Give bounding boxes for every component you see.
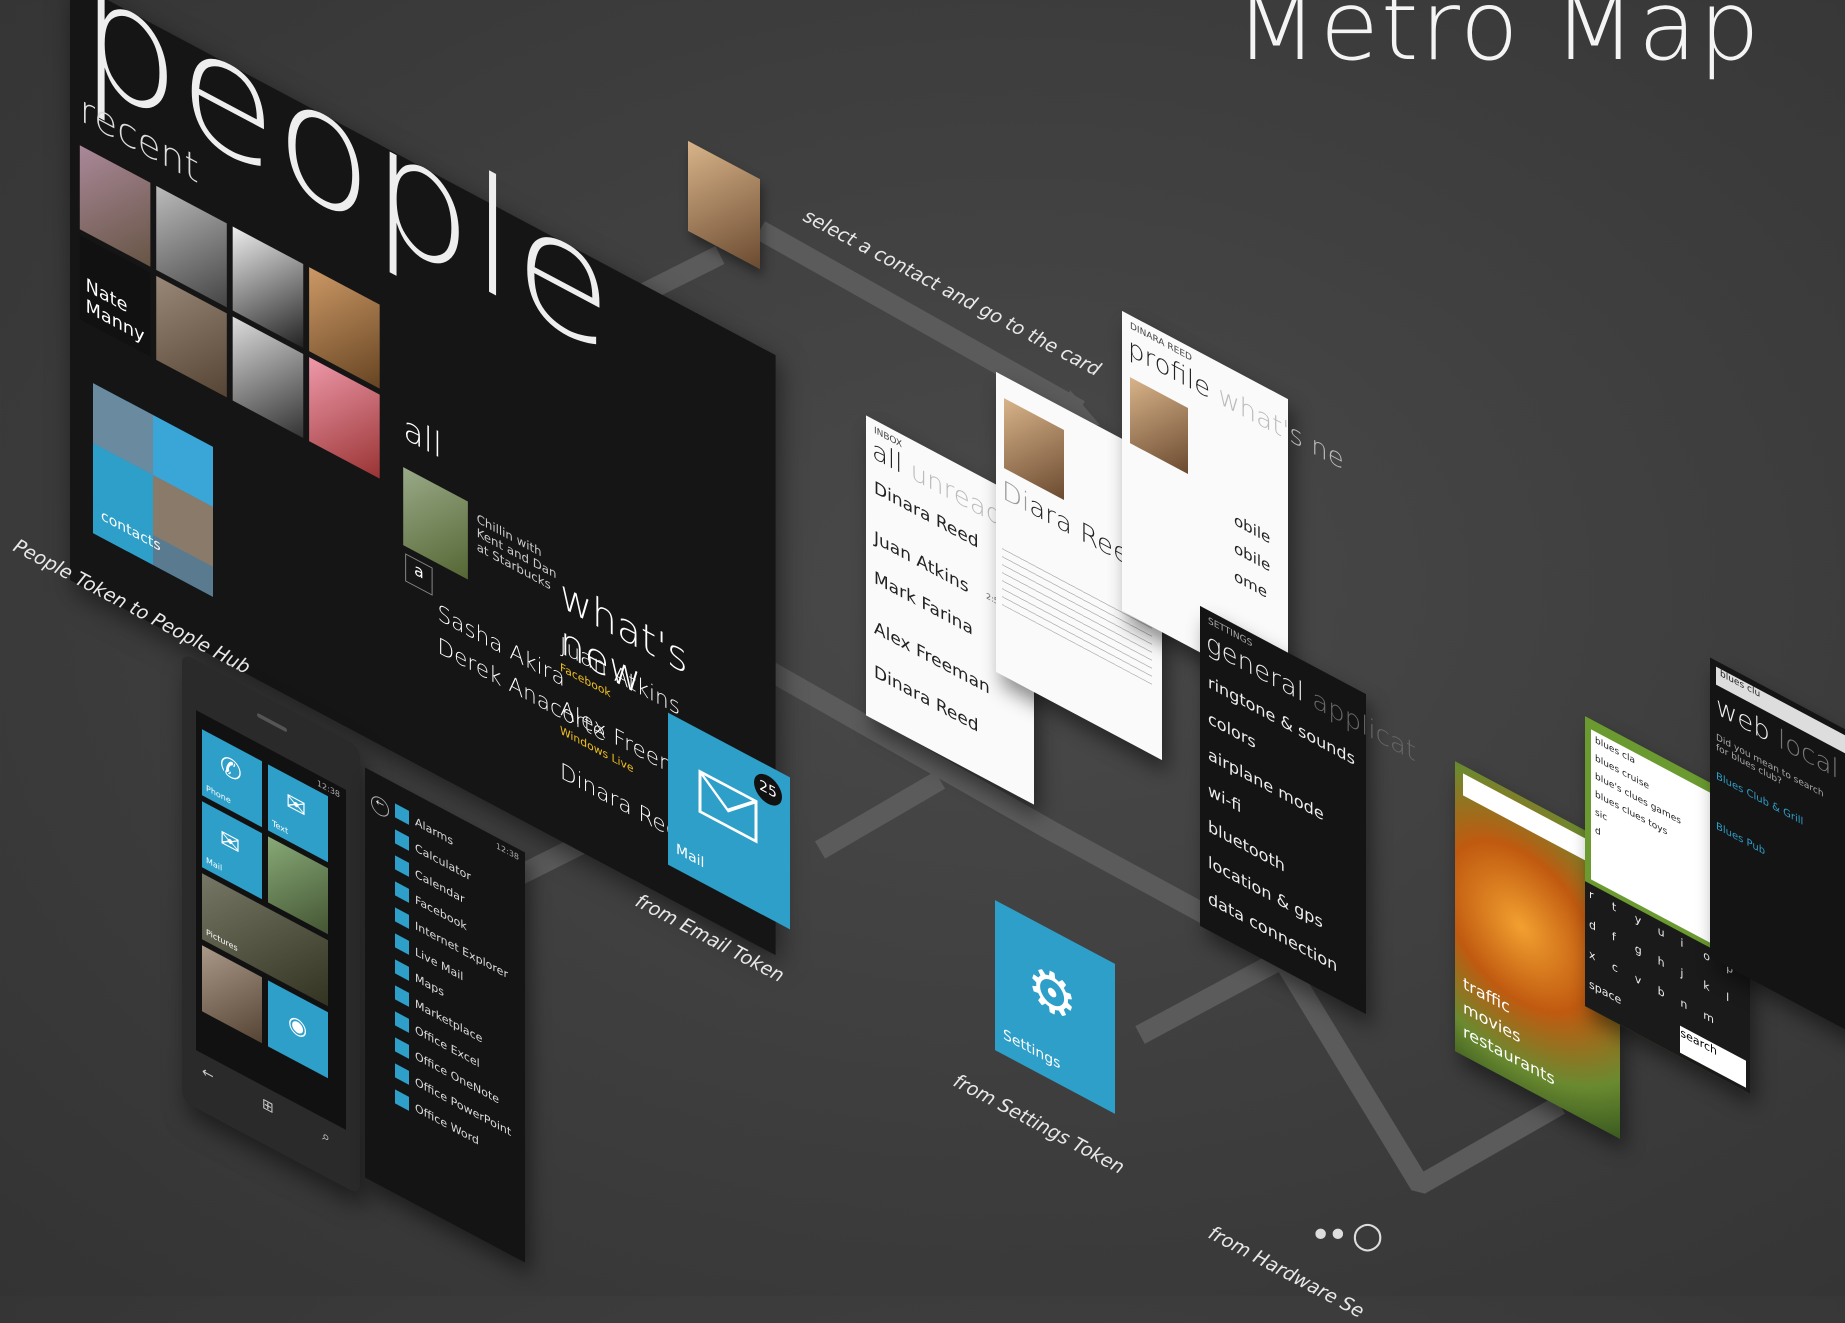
app-icon xyxy=(395,1089,409,1111)
mail-token-label: Mail xyxy=(676,840,705,872)
app-list-screen: 12:38 ← Alarms Calculator Calendar Faceb… xyxy=(365,767,525,1263)
phone-icon: ✆ xyxy=(220,748,242,791)
settings-item[interactable]: colors xyxy=(1208,708,1256,752)
tile-label: Text xyxy=(272,818,289,837)
jump-letter[interactable]: a xyxy=(405,553,433,596)
card-name-prefix: Di xyxy=(1002,475,1030,520)
app-icon xyxy=(395,985,409,1007)
app-icon xyxy=(395,933,409,955)
contact-status: Chillin with Kent and Dan at Starbucks xyxy=(477,511,557,595)
tile-label: Phone xyxy=(206,783,231,806)
gear-icon: ⚙ xyxy=(1027,948,1078,1040)
mail-count-badge: 25 xyxy=(754,768,782,812)
app-icon xyxy=(395,907,409,929)
app-icon xyxy=(395,959,409,981)
app-icon xyxy=(395,803,409,825)
mail-icon xyxy=(698,769,758,844)
search-icon[interactable]: ⌕ xyxy=(322,1127,330,1147)
profile-photo xyxy=(1130,377,1188,474)
settings-item[interactable]: wi-fi xyxy=(1208,780,1241,817)
path-settings xyxy=(1135,951,1285,1044)
phone-speaker xyxy=(257,712,287,733)
hardware-search-icon: •• ○ xyxy=(1310,1215,1383,1256)
start-screen: 12:38 ✆ Phone ✉ Text ✉ Mail Pictures ◉ xyxy=(196,710,346,1130)
app-icon xyxy=(395,1063,409,1085)
app-icon xyxy=(395,855,409,877)
path-inbox xyxy=(814,771,946,859)
message-icon: ✉ xyxy=(286,785,307,825)
phone-device: 12:38 ✆ Phone ✉ Text ✉ Mail Pictures ◉ ←… xyxy=(182,652,360,1196)
camera-icon: ◉ xyxy=(288,1009,308,1045)
tile-label: Mail xyxy=(206,855,223,874)
all-heading: all xyxy=(403,407,443,468)
app-icon xyxy=(395,1011,409,1033)
app-icon xyxy=(395,1037,409,1059)
app-icon xyxy=(395,829,409,851)
app-icon xyxy=(395,881,409,903)
windows-icon[interactable]: ⊞ xyxy=(262,1095,274,1117)
search-result[interactable]: Blues Pub xyxy=(1716,821,1765,858)
mail-icon: ✉ xyxy=(220,822,241,862)
back-icon[interactable]: ← xyxy=(202,1063,214,1085)
path-card xyxy=(755,221,1085,419)
settings-item[interactable]: airplane mode xyxy=(1208,744,1324,825)
